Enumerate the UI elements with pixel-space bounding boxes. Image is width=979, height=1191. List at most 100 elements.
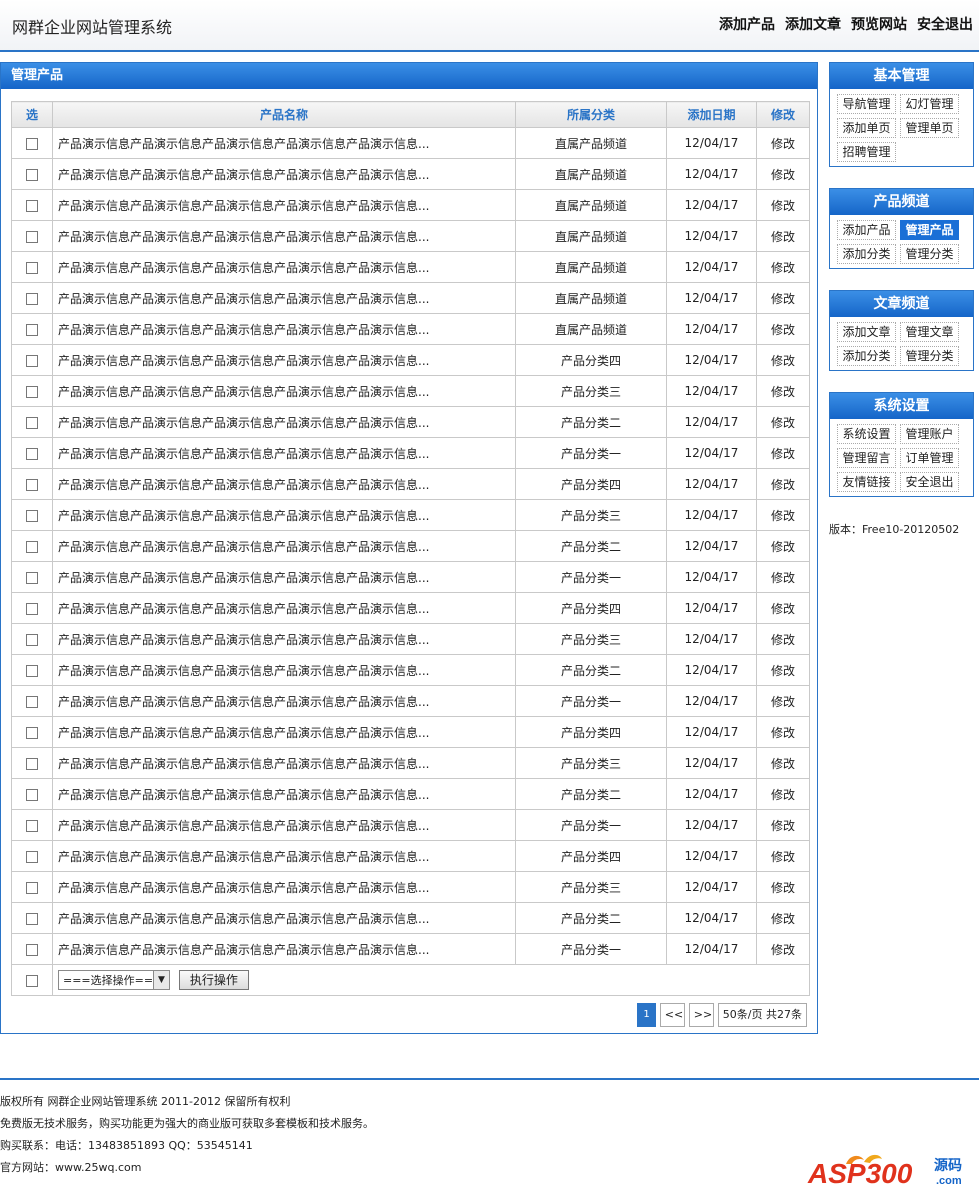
row-checkbox[interactable] [26, 633, 38, 646]
product-category: 产品分类一 [515, 685, 667, 717]
link-manage-article[interactable]: 管理文章 [900, 322, 959, 342]
row-checkbox[interactable] [26, 509, 38, 522]
edit-link[interactable]: 修改 [771, 757, 795, 771]
edit-link[interactable]: 修改 [771, 447, 795, 461]
link-manage-article-category[interactable]: 管理分类 [900, 346, 959, 366]
product-category: 产品分类一 [515, 933, 667, 965]
edit-link[interactable]: 修改 [771, 788, 795, 802]
edit-link[interactable]: 修改 [771, 323, 795, 337]
row-checkbox[interactable] [26, 850, 38, 863]
link-add-page[interactable]: 添加单页 [837, 118, 896, 138]
row-checkbox[interactable] [26, 571, 38, 584]
link-slide-manage[interactable]: 幻灯管理 [900, 94, 959, 114]
table-row: 产品演示信息产品演示信息产品演示信息产品演示信息产品演示信息... 直属产品频道 1… [11, 189, 810, 221]
footer-website: 官方网站：www.25wq.com [0, 1161, 142, 1174]
row-checkbox[interactable] [26, 757, 38, 770]
link-manage-page[interactable]: 管理单页 [900, 118, 959, 138]
row-checkbox[interactable] [26, 354, 38, 367]
edit-link[interactable]: 修改 [771, 602, 795, 616]
row-checkbox[interactable] [26, 664, 38, 677]
edit-link[interactable]: 修改 [771, 943, 795, 957]
row-checkbox[interactable] [26, 943, 38, 956]
page-next-button[interactable]: >> [688, 1003, 714, 1027]
product-date: 12/04/17 [666, 375, 757, 407]
link-logout[interactable]: 安全退出 [900, 472, 959, 492]
link-manage-product[interactable]: 管理产品 [900, 220, 959, 240]
product-date: 12/04/17 [666, 747, 757, 779]
row-checkbox[interactable] [26, 912, 38, 925]
row-checkbox[interactable] [26, 416, 38, 429]
edit-link[interactable]: 修改 [771, 168, 795, 182]
edit-link[interactable]: 修改 [771, 478, 795, 492]
edit-link[interactable]: 修改 [771, 292, 795, 306]
link-add-product[interactable]: 添加产品 [837, 220, 896, 240]
col-category: 所属分类 [515, 101, 667, 128]
nav-add-product[interactable]: 添加产品 [719, 14, 775, 34]
edit-link[interactable]: 修改 [771, 726, 795, 740]
row-checkbox[interactable] [26, 292, 38, 305]
edit-link[interactable]: 修改 [771, 261, 795, 275]
edit-link[interactable]: 修改 [771, 509, 795, 523]
edit-cell: 修改 [756, 747, 810, 779]
link-add-article[interactable]: 添加文章 [837, 322, 896, 342]
row-checkbox[interactable] [26, 385, 38, 398]
nav-logout[interactable]: 安全退出 [917, 14, 973, 34]
row-checkbox[interactable] [26, 819, 38, 832]
link-nav-manage[interactable]: 导航管理 [837, 94, 896, 114]
edit-link[interactable]: 修改 [771, 137, 795, 151]
edit-link[interactable]: 修改 [771, 912, 795, 926]
edit-link[interactable]: 修改 [771, 664, 795, 678]
product-category: 产品分类四 [515, 840, 667, 872]
edit-link[interactable]: 修改 [771, 881, 795, 895]
row-checkbox[interactable] [26, 788, 38, 801]
edit-link[interactable]: 修改 [771, 230, 795, 244]
product-category: 产品分类四 [515, 716, 667, 748]
link-friend-links[interactable]: 友情链接 [837, 472, 896, 492]
link-manage-orders[interactable]: 订单管理 [900, 448, 959, 468]
table-row: 产品演示信息产品演示信息产品演示信息产品演示信息产品演示信息... 产品分类四 12… [11, 840, 810, 872]
nav-add-article[interactable]: 添加文章 [785, 14, 841, 34]
row-checkbox[interactable] [26, 881, 38, 894]
nav-preview-site[interactable]: 预览网站 [851, 14, 907, 34]
edit-cell: 修改 [756, 158, 810, 190]
operation-select[interactable]: ===选择操作=== ▼ [58, 970, 170, 990]
edit-link[interactable]: 修改 [771, 416, 795, 430]
row-checkbox[interactable] [26, 168, 38, 181]
link-system-settings[interactable]: 系统设置 [837, 424, 896, 444]
edit-link[interactable]: 修改 [771, 199, 795, 213]
row-checkbox[interactable] [26, 137, 38, 150]
row-select-cell [11, 158, 53, 190]
execute-button[interactable]: 执行操作 [178, 970, 249, 990]
row-checkbox[interactable] [26, 695, 38, 708]
row-checkbox[interactable] [26, 540, 38, 553]
link-manage-account[interactable]: 管理账户 [900, 424, 959, 444]
link-jobs-manage[interactable]: 招聘管理 [837, 142, 896, 162]
row-checkbox[interactable] [26, 478, 38, 491]
select-all-checkbox[interactable] [26, 974, 38, 987]
page-prev-button[interactable]: << [659, 1003, 685, 1027]
edit-link[interactable]: 修改 [771, 819, 795, 833]
link-add-article-category[interactable]: 添加分类 [837, 346, 896, 366]
row-checkbox[interactable] [26, 323, 38, 336]
page-current[interactable]: 1 [637, 1003, 656, 1027]
edit-link[interactable]: 修改 [771, 633, 795, 647]
link-manage-messages[interactable]: 管理留言 [837, 448, 896, 468]
edit-link[interactable]: 修改 [771, 695, 795, 709]
table-row: 产品演示信息产品演示信息产品演示信息产品演示信息产品演示信息... 产品分类二 12… [11, 530, 810, 562]
row-checkbox[interactable] [26, 602, 38, 615]
row-checkbox[interactable] [26, 447, 38, 460]
row-checkbox[interactable] [26, 726, 38, 739]
edit-link[interactable]: 修改 [771, 850, 795, 864]
row-checkbox[interactable] [26, 261, 38, 274]
row-checkbox[interactable] [26, 199, 38, 212]
edit-link[interactable]: 修改 [771, 540, 795, 554]
product-category: 产品分类二 [515, 778, 667, 810]
edit-link[interactable]: 修改 [771, 385, 795, 399]
row-checkbox[interactable] [26, 230, 38, 243]
link-add-product-category[interactable]: 添加分类 [837, 244, 896, 264]
sidebar-box-system: 系统设置 系统设置 管理账户 管理留言 订单管理 友情链接 安全退出 [829, 392, 974, 497]
link-manage-product-category[interactable]: 管理分类 [900, 244, 959, 264]
edit-link[interactable]: 修改 [771, 571, 795, 585]
edit-link[interactable]: 修改 [771, 354, 795, 368]
product-category: 产品分类三 [515, 747, 667, 779]
